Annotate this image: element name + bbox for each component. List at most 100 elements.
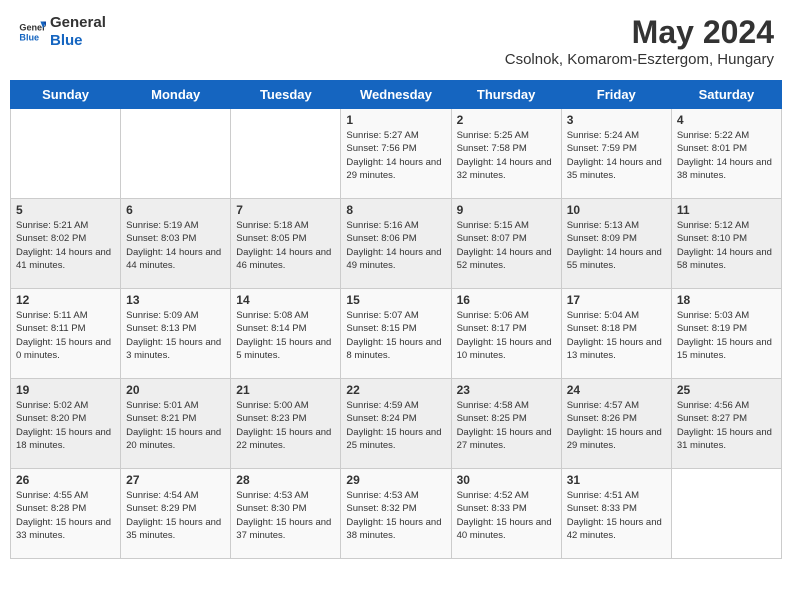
cell-week2-day5: 10 Sunrise: 5:13 AM Sunset: 8:09 PM Dayli… — [561, 199, 671, 289]
day-info: Sunrise: 5:03 AM Sunset: 8:19 PM Dayligh… — [677, 309, 776, 362]
day-number: 6 — [126, 203, 225, 217]
day-info: Sunrise: 5:00 AM Sunset: 8:23 PM Dayligh… — [236, 399, 335, 452]
day-number: 27 — [126, 473, 225, 487]
week-row-5: 26 Sunrise: 4:55 AM Sunset: 8:28 PM Dayli… — [11, 469, 782, 559]
day-info: Sunrise: 5:22 AM Sunset: 8:01 PM Dayligh… — [677, 129, 776, 182]
day-number: 9 — [457, 203, 556, 217]
header-tuesday: Tuesday — [231, 81, 341, 109]
day-info: Sunrise: 5:02 AM Sunset: 8:20 PM Dayligh… — [16, 399, 115, 452]
subtitle: Csolnok, Komarom-Esztergom, Hungary — [505, 51, 774, 68]
day-number: 30 — [457, 473, 556, 487]
cell-week5-day2: 28 Sunrise: 4:53 AM Sunset: 8:30 PM Dayli… — [231, 469, 341, 559]
day-number: 10 — [567, 203, 666, 217]
cell-week3-day1: 13 Sunrise: 5:09 AM Sunset: 8:13 PM Dayli… — [121, 289, 231, 379]
cell-week2-day3: 8 Sunrise: 5:16 AM Sunset: 8:06 PM Daylig… — [341, 199, 451, 289]
cell-week4-day6: 25 Sunrise: 4:56 AM Sunset: 8:27 PM Dayli… — [671, 379, 781, 469]
header-sunday: Sunday — [11, 81, 121, 109]
day-info: Sunrise: 4:53 AM Sunset: 8:32 PM Dayligh… — [346, 489, 445, 542]
day-number: 14 — [236, 293, 335, 307]
day-info: Sunrise: 5:13 AM Sunset: 8:09 PM Dayligh… — [567, 219, 666, 272]
day-number: 18 — [677, 293, 776, 307]
calendar-table: Sunday Monday Tuesday Wednesday Thursday… — [10, 80, 782, 559]
day-number: 2 — [457, 113, 556, 127]
day-info: Sunrise: 4:59 AM Sunset: 8:24 PM Dayligh… — [346, 399, 445, 452]
header-saturday: Saturday — [671, 81, 781, 109]
day-info: Sunrise: 4:55 AM Sunset: 8:28 PM Dayligh… — [16, 489, 115, 542]
day-info: Sunrise: 4:54 AM Sunset: 8:29 PM Dayligh… — [126, 489, 225, 542]
cell-week3-day6: 18 Sunrise: 5:03 AM Sunset: 8:19 PM Dayli… — [671, 289, 781, 379]
cell-week1-day5: 3Sunrise: 5:24 AM Sunset: 7:59 PM Daylig… — [561, 109, 671, 199]
day-number: 28 — [236, 473, 335, 487]
title-area: May 2024 Csolnok, Komarom-Esztergom, Hun… — [505, 14, 774, 68]
week-row-1: 1 Sunrise: 5:27 AM Sunset: 7:56 PM Daylig… — [11, 109, 782, 199]
day-number: 31 — [567, 473, 666, 487]
cell-week4-day3: 22 Sunrise: 4:59 AM Sunset: 8:24 PM Dayli… — [341, 379, 451, 469]
cell-week3-day5: 17Sunrise: 5:04 AM Sunset: 8:18 PM Dayli… — [561, 289, 671, 379]
week-row-3: 12 Sunrise: 5:11 AM Sunset: 8:11 PM Dayli… — [11, 289, 782, 379]
day-info: Sunrise: 4:58 AM Sunset: 8:25 PM Dayligh… — [457, 399, 556, 452]
day-info: Sunrise: 5:19 AM Sunset: 8:03 PM Dayligh… — [126, 219, 225, 272]
day-info: Sunrise: 5:07 AM Sunset: 8:15 PM Dayligh… — [346, 309, 445, 362]
cell-week4-day4: 23 Sunrise: 4:58 AM Sunset: 8:25 PM Dayli… — [451, 379, 561, 469]
cell-week5-day1: 27 Sunrise: 4:54 AM Sunset: 8:29 PM Dayli… — [121, 469, 231, 559]
day-info: Sunrise: 5:25 AM Sunset: 7:58 PM Dayligh… — [457, 129, 556, 182]
cell-week5-day5: 31 Sunrise: 4:51 AM Sunset: 8:33 PM Dayli… — [561, 469, 671, 559]
cell-week4-day5: 24 Sunrise: 4:57 AM Sunset: 8:26 PM Dayli… — [561, 379, 671, 469]
day-info: Sunrise: 5:01 AM Sunset: 8:21 PM Dayligh… — [126, 399, 225, 452]
day-info: Sunrise: 5:27 AM Sunset: 7:56 PM Dayligh… — [346, 129, 445, 182]
day-info: Sunrise: 4:52 AM Sunset: 8:33 PM Dayligh… — [457, 489, 556, 542]
week-row-4: 19 Sunrise: 5:02 AM Sunset: 8:20 PM Dayli… — [11, 379, 782, 469]
day-number: 17 — [567, 293, 666, 307]
day-number: 20 — [126, 383, 225, 397]
cell-week3-day3: 15Sunrise: 5:07 AM Sunset: 8:15 PM Dayli… — [341, 289, 451, 379]
cell-week4-day0: 19 Sunrise: 5:02 AM Sunset: 8:20 PM Dayli… — [11, 379, 121, 469]
cell-week3-day2: 14Sunrise: 5:08 AM Sunset: 8:14 PM Dayli… — [231, 289, 341, 379]
day-number: 19 — [16, 383, 115, 397]
day-info: Sunrise: 5:18 AM Sunset: 8:05 PM Dayligh… — [236, 219, 335, 272]
logo: General Blue General Blue — [18, 14, 106, 50]
day-info: Sunrise: 5:21 AM Sunset: 8:02 PM Dayligh… — [16, 219, 115, 272]
day-number: 25 — [677, 383, 776, 397]
day-info: Sunrise: 5:06 AM Sunset: 8:17 PM Dayligh… — [457, 309, 556, 362]
cell-week4-day2: 21 Sunrise: 5:00 AM Sunset: 8:23 PM Dayli… — [231, 379, 341, 469]
day-number: 12 — [16, 293, 115, 307]
day-info: Sunrise: 4:57 AM Sunset: 8:26 PM Dayligh… — [567, 399, 666, 452]
day-info: Sunrise: 5:09 AM Sunset: 8:13 PM Dayligh… — [126, 309, 225, 362]
day-number: 4 — [677, 113, 776, 127]
main-title: May 2024 — [505, 14, 774, 51]
day-info: Sunrise: 4:53 AM Sunset: 8:30 PM Dayligh… — [236, 489, 335, 542]
day-number: 26 — [16, 473, 115, 487]
cell-week2-day0: 5Sunrise: 5:21 AM Sunset: 8:02 PM Daylig… — [11, 199, 121, 289]
day-number: 16 — [457, 293, 556, 307]
cell-week1-day3: 1 Sunrise: 5:27 AM Sunset: 7:56 PM Daylig… — [341, 109, 451, 199]
day-number: 13 — [126, 293, 225, 307]
day-info: Sunrise: 4:56 AM Sunset: 8:27 PM Dayligh… — [677, 399, 776, 452]
day-number: 8 — [346, 203, 445, 217]
logo-general-text: General — [50, 14, 106, 31]
cell-week1-day6: 4 Sunrise: 5:22 AM Sunset: 8:01 PM Daylig… — [671, 109, 781, 199]
header: General Blue General Blue May 2024 Csoln… — [10, 10, 782, 72]
cell-week5-day4: 30 Sunrise: 4:52 AM Sunset: 8:33 PM Dayli… — [451, 469, 561, 559]
day-info: Sunrise: 5:11 AM Sunset: 8:11 PM Dayligh… — [16, 309, 115, 362]
header-wednesday: Wednesday — [341, 81, 451, 109]
day-number: 29 — [346, 473, 445, 487]
cell-week2-day6: 11Sunrise: 5:12 AM Sunset: 8:10 PM Dayli… — [671, 199, 781, 289]
cell-week5-day0: 26 Sunrise: 4:55 AM Sunset: 8:28 PM Dayli… — [11, 469, 121, 559]
cell-week2-day2: 7Sunrise: 5:18 AM Sunset: 8:05 PM Daylig… — [231, 199, 341, 289]
cell-week1-day0 — [11, 109, 121, 199]
day-info: Sunrise: 5:24 AM Sunset: 7:59 PM Dayligh… — [567, 129, 666, 182]
svg-text:Blue: Blue — [19, 32, 39, 42]
day-number: 22 — [346, 383, 445, 397]
day-info: Sunrise: 5:16 AM Sunset: 8:06 PM Dayligh… — [346, 219, 445, 272]
day-number: 21 — [236, 383, 335, 397]
day-headers-row: Sunday Monday Tuesday Wednesday Thursday… — [11, 81, 782, 109]
cell-week2-day1: 6 Sunrise: 5:19 AM Sunset: 8:03 PM Daylig… — [121, 199, 231, 289]
cell-week1-day2 — [231, 109, 341, 199]
day-info: Sunrise: 4:51 AM Sunset: 8:33 PM Dayligh… — [567, 489, 666, 542]
day-number: 24 — [567, 383, 666, 397]
header-thursday: Thursday — [451, 81, 561, 109]
day-number: 1 — [346, 113, 445, 127]
day-info: Sunrise: 5:12 AM Sunset: 8:10 PM Dayligh… — [677, 219, 776, 272]
logo-blue-text: Blue — [50, 32, 83, 49]
day-number: 23 — [457, 383, 556, 397]
